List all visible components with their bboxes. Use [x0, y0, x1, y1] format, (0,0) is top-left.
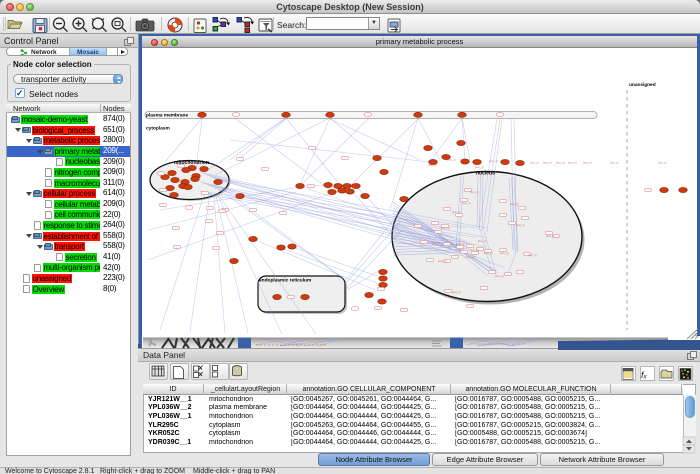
svg-text:[xxx_x]: [xxx_x]	[658, 161, 667, 165]
svg-text:[xxx_x]: [xxx_x]	[543, 161, 552, 165]
svg-text:[xxx_x]: [xxx_x]	[441, 226, 450, 230]
svg-text:[xxx_x]: [xxx_x]	[428, 163, 437, 167]
svg-text:[xxx_x]: [xxx_x]	[484, 251, 493, 255]
svg-text:[xxx_x]: [xxx_x]	[516, 223, 525, 227]
svg-text:[xxx_x]: [xxx_x]	[528, 253, 537, 257]
svg-text:[xxx_x]: [xxx_x]	[438, 259, 447, 263]
svg-text:endoplasmic reticulum: endoplasmic reticulum	[259, 278, 311, 284]
svg-text:[xxx_x]: [xxx_x]	[510, 202, 519, 206]
svg-text:fₓ: fₓ	[641, 370, 648, 380]
svg-text:[xxx_x]: [xxx_x]	[452, 210, 461, 214]
svg-text:[xxx_x]: [xxx_x]	[466, 255, 475, 259]
svg-text:mitochondrion: mitochondrion	[174, 160, 209, 166]
svg-text:[xxx_x]: [xxx_x]	[489, 159, 498, 163]
svg-text:[xxx_x]: [xxx_x]	[495, 274, 504, 278]
svg-text:[xxx_x]: [xxx_x]	[470, 248, 479, 252]
svg-text:nucleus: nucleus	[476, 171, 495, 177]
svg-text:plasma membrane: plasma membrane	[146, 112, 188, 118]
svg-text:[xxx_x]: [xxx_x]	[447, 158, 456, 162]
svg-text:[xxx_x]: [xxx_x]	[610, 161, 619, 165]
svg-text:unassigned: unassigned	[629, 82, 656, 88]
svg-text:[xxx_x]: [xxx_x]	[530, 161, 539, 165]
svg-text:[xxx_x]: [xxx_x]	[500, 251, 509, 255]
svg-text:[xxx_x]: [xxx_x]	[546, 234, 555, 238]
svg-text:[xxx_x]: [xxx_x]	[568, 161, 577, 165]
svg-text:[xxx_x]: [xxx_x]	[556, 161, 565, 165]
svg-text:[xxx_x]: [xxx_x]	[432, 241, 441, 245]
svg-text:cytoplasm: cytoplasm	[146, 126, 170, 132]
svg-text:[xxx_x]: [xxx_x]	[583, 161, 592, 165]
svg-text:[xxx_x]: [xxx_x]	[452, 290, 461, 294]
svg-text:[xxx_x]: [xxx_x]	[478, 239, 487, 243]
svg-text:[xxx_x]: [xxx_x]	[475, 165, 484, 169]
svg-text:[xxx_x]: [xxx_x]	[462, 201, 471, 205]
svg-text:[xxx_x]: [xxx_x]	[456, 242, 465, 246]
svg-text:[xxx_x]: [xxx_x]	[470, 190, 479, 194]
